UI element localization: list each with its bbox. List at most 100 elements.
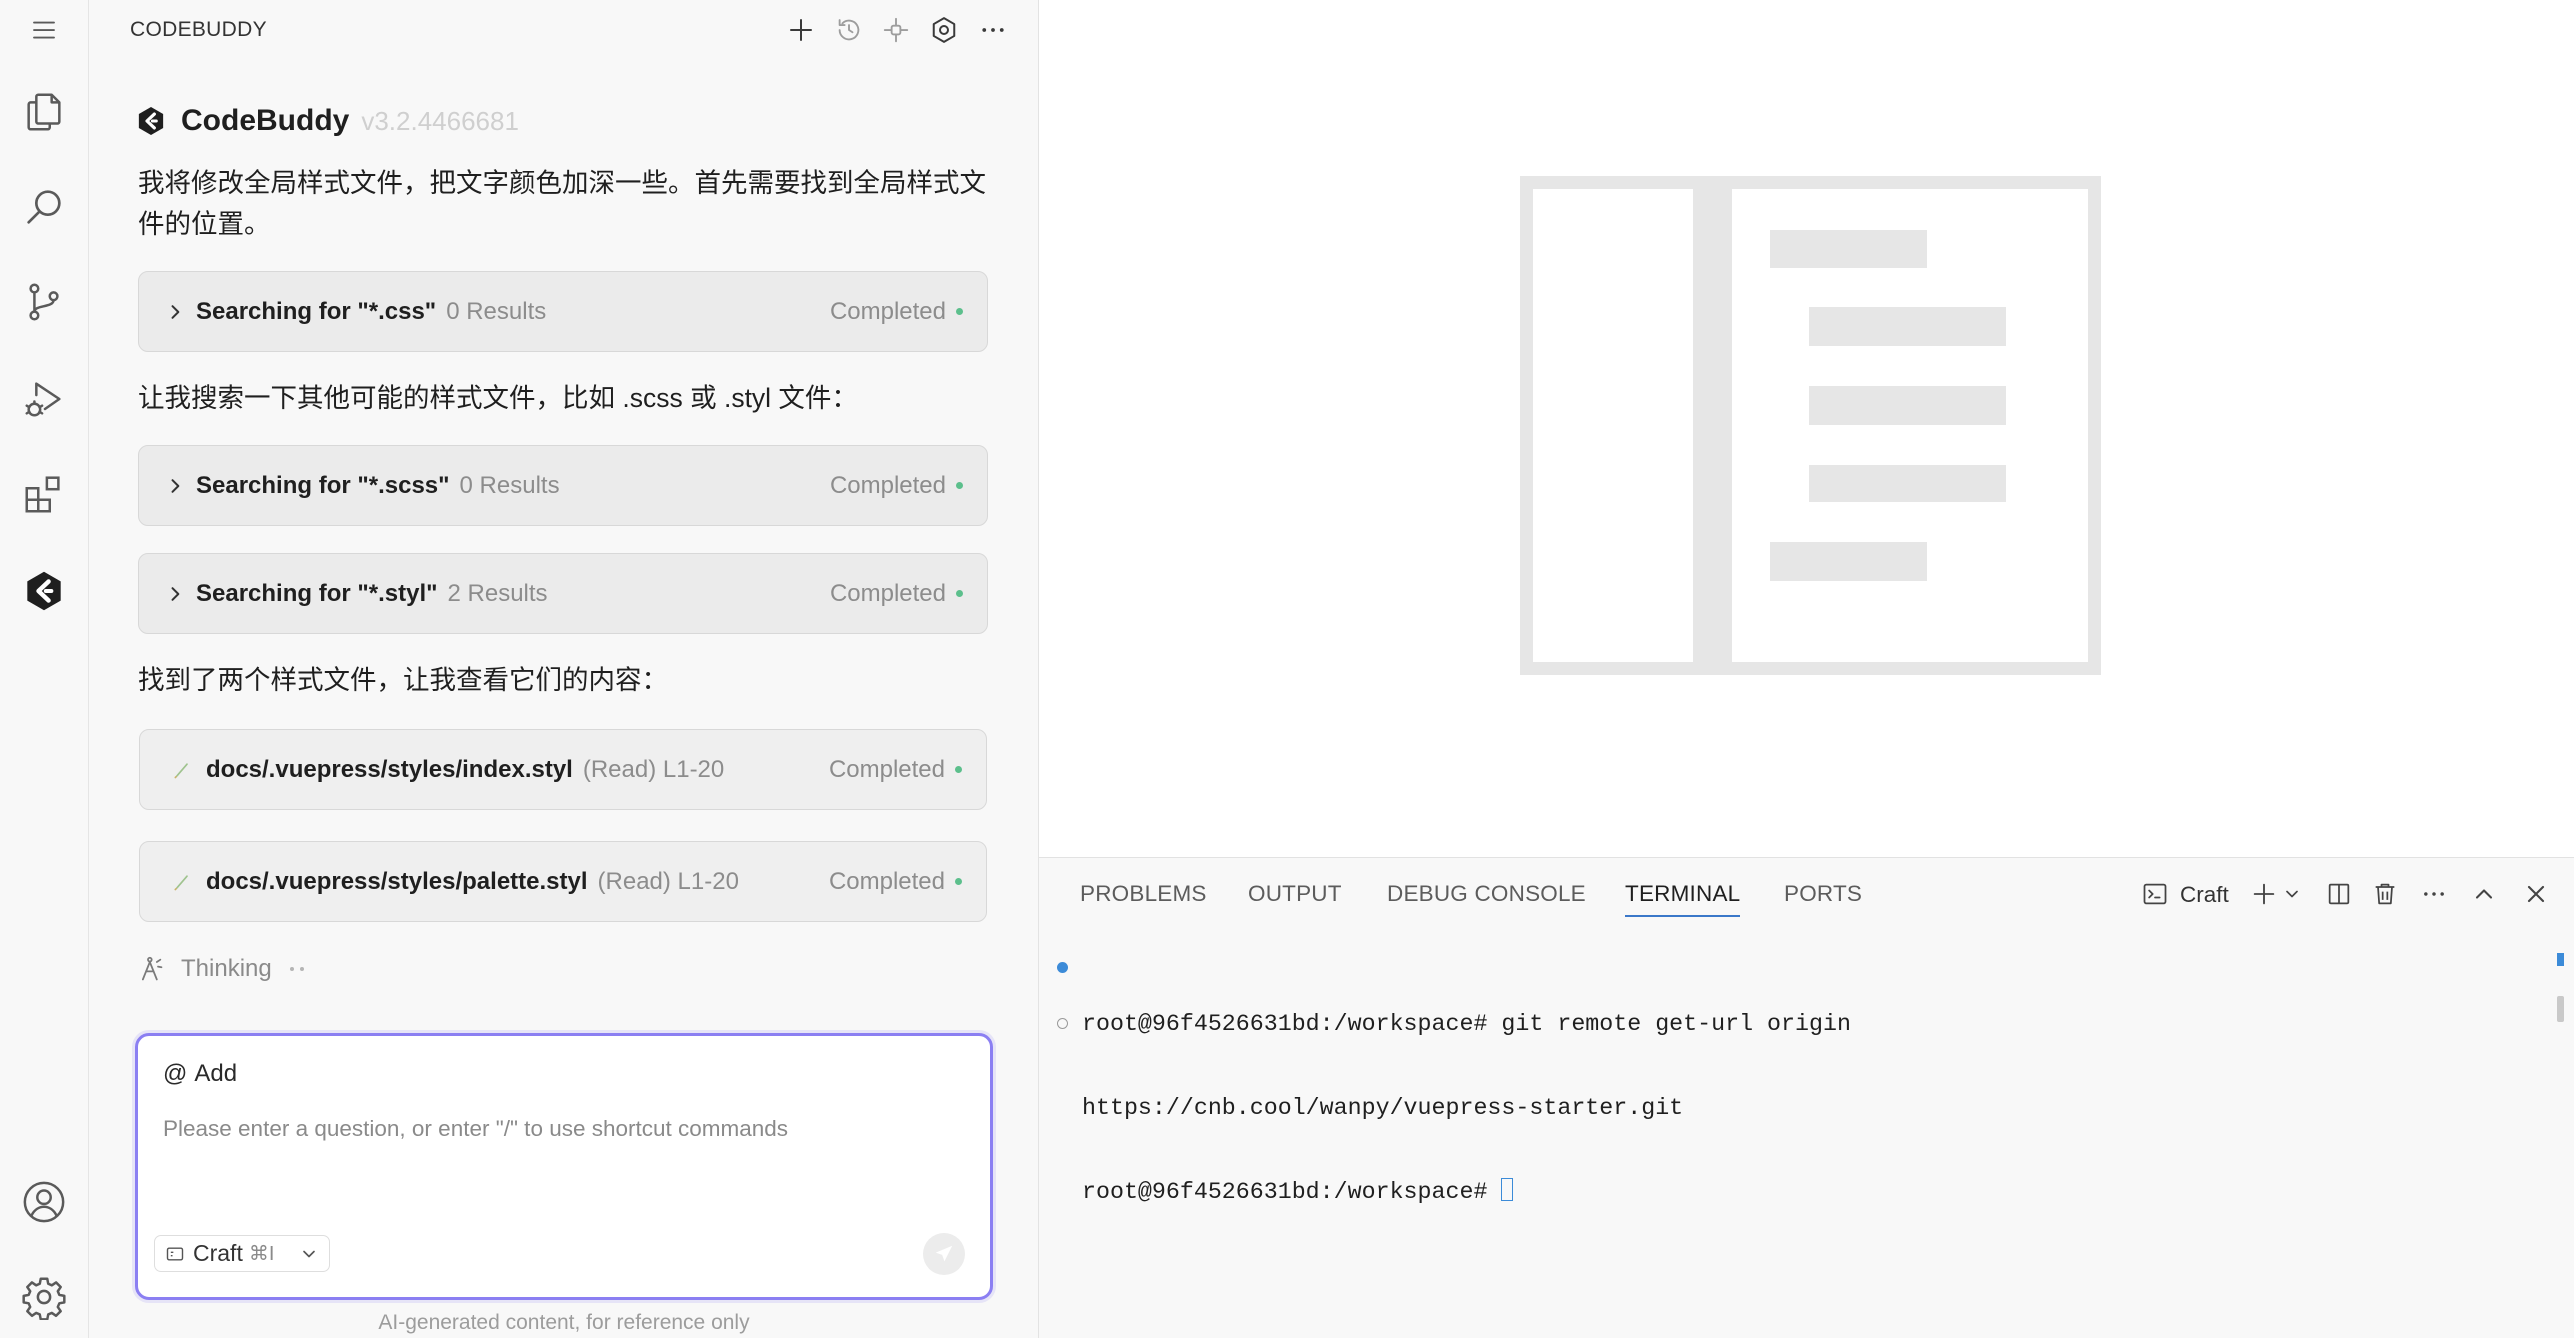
tab-terminal[interactable]: TERMINAL bbox=[1625, 881, 1741, 917]
chat-composer: @ Add Craft ⌘I bbox=[135, 1033, 993, 1300]
tool-call-detail: (Read) L1-20 bbox=[582, 755, 725, 783]
more-actions-button[interactable] bbox=[977, 14, 1009, 46]
tool-call-detail: 2 Results bbox=[447, 579, 548, 607]
watermark-line bbox=[1809, 386, 2006, 425]
app-version: v3.2.4466681 bbox=[361, 105, 519, 136]
command-success-marker[interactable] bbox=[1057, 962, 1068, 973]
codebuddy-sidebar: CODEBUDDY CodeBuddy v3.2.4466681 我将修改全局样… bbox=[89, 0, 1039, 1338]
tool-call-search[interactable]: Searching for "*.scss" 0 Results Complet… bbox=[138, 445, 988, 526]
activity-bar bbox=[0, 0, 89, 1338]
command-pending-marker[interactable] bbox=[1057, 1018, 1068, 1029]
mode-label: Craft bbox=[193, 1240, 243, 1266]
plus-icon bbox=[790, 19, 812, 41]
assistant-message: 我将修改全局样式文件，把文字颜色加深一些。首先需要找到全局样式文件的位置。 bbox=[138, 168, 986, 239]
chevron-down-icon bbox=[303, 1250, 315, 1257]
more-icon bbox=[982, 28, 1004, 32]
new-chat-button[interactable] bbox=[785, 14, 817, 46]
tool-call-search[interactable]: Searching for "*.css" 0 Results Complete… bbox=[138, 271, 988, 352]
scrollbar-marker bbox=[2557, 953, 2564, 966]
at-symbol-icon: @ bbox=[163, 1060, 188, 1087]
send-icon bbox=[935, 1245, 953, 1262]
mcp-icon bbox=[883, 17, 909, 43]
terminal-profile-icon[interactable] bbox=[2140, 879, 2170, 909]
tab-output[interactable]: OUTPUT bbox=[1248, 881, 1342, 917]
terminal-line: root@96f4526631bd:/workspace# git remote… bbox=[1082, 1011, 1851, 1037]
status-dot bbox=[956, 308, 963, 315]
chevron-up-icon bbox=[2475, 889, 2493, 899]
split-icon bbox=[2328, 883, 2350, 905]
watermark-line bbox=[1809, 307, 2006, 346]
search-icon[interactable] bbox=[20, 183, 68, 231]
mcp-button[interactable] bbox=[880, 14, 912, 46]
history-icon bbox=[838, 19, 860, 41]
new-terminal-button[interactable] bbox=[2249, 879, 2279, 909]
tool-call-label: docs/.vuepress/styles/index.styl bbox=[206, 755, 573, 783]
tool-call-read-file[interactable]: docs/.vuepress/styles/index.styl (Read) … bbox=[139, 729, 987, 810]
read-file-icon bbox=[174, 874, 188, 890]
ai-disclaimer: AI-generated content, for reference only bbox=[378, 1311, 750, 1334]
settings-icon[interactable] bbox=[20, 1273, 68, 1321]
tool-call-status: Completed bbox=[829, 579, 946, 607]
read-file-icon bbox=[174, 762, 188, 778]
settings-icon bbox=[932, 17, 956, 43]
brand-row: CodeBuddy v3.2.4466681 bbox=[135, 101, 519, 141]
extensions-icon[interactable] bbox=[20, 470, 68, 518]
trash-icon bbox=[2375, 883, 2395, 905]
tool-call-status: Completed bbox=[828, 867, 945, 895]
add-context-button[interactable]: @ Add bbox=[163, 1060, 237, 1088]
run-debug-icon[interactable] bbox=[20, 375, 68, 423]
terminal-launch-profile-dropdown[interactable] bbox=[2279, 879, 2305, 909]
tool-call-status: Completed bbox=[829, 471, 946, 499]
chevron-right-icon bbox=[171, 478, 180, 493]
tab-ports[interactable]: PORTS bbox=[1784, 881, 1862, 917]
close-panel-button[interactable] bbox=[2521, 879, 2551, 909]
maximize-panel-button[interactable] bbox=[2469, 879, 2499, 909]
tab-problems[interactable]: PROBLEMS bbox=[1080, 881, 1207, 917]
history-button[interactable] bbox=[833, 14, 865, 46]
terminal-scrollbar[interactable] bbox=[2557, 996, 2564, 1022]
tool-call-detail: 0 Results bbox=[446, 297, 547, 325]
tool-call-label: Searching for "*.css" bbox=[196, 297, 437, 325]
source-control-icon[interactable] bbox=[20, 278, 68, 326]
terminal-prompt: root@96f4526631bd:/workspace# bbox=[1082, 1179, 1502, 1205]
terminal-profile-name[interactable]: Craft bbox=[2180, 882, 2229, 908]
explorer-icon[interactable] bbox=[20, 88, 68, 136]
watermark-line bbox=[1770, 230, 1927, 268]
tool-call-status: Completed bbox=[828, 755, 945, 783]
bottom-panel: PROBLEMS OUTPUT DEBUG CONSOLE TERMINAL P… bbox=[1039, 857, 2574, 1338]
terminal-cursor bbox=[1501, 1178, 1514, 1202]
tool-call-detail: (Read) L1-20 bbox=[597, 867, 739, 895]
sidebar-settings-button[interactable] bbox=[928, 14, 960, 46]
tool-call-label: Searching for "*.scss" bbox=[196, 471, 450, 499]
tool-call-read-file[interactable]: docs/.vuepress/styles/palette.styl (Read… bbox=[139, 841, 987, 922]
kill-terminal-button[interactable] bbox=[2370, 879, 2400, 909]
assistant-message: 找到了两个样式文件，让我查看它们的内容： bbox=[138, 665, 668, 695]
status-dot bbox=[956, 590, 963, 597]
tab-debug-console[interactable]: DEBUG CONSOLE bbox=[1387, 881, 1586, 917]
codebuddy-icon[interactable] bbox=[20, 567, 68, 615]
assistant-message: 让我搜索一下其他可能的样式文件，比如 .scss 或 .styl 文件： bbox=[138, 383, 858, 413]
split-terminal-button[interactable] bbox=[2324, 879, 2354, 909]
terminal-output[interactable]: root@96f4526631bd:/workspace# git remote… bbox=[1082, 954, 1851, 1262]
tool-call-search[interactable]: Searching for "*.styl" 2 Results Complet… bbox=[138, 553, 988, 634]
editor-area bbox=[1039, 0, 2574, 857]
mode-dropdown[interactable]: Craft ⌘I bbox=[154, 1235, 330, 1272]
sidebar-title: CODEBUDDY bbox=[130, 18, 267, 41]
status-dot bbox=[956, 482, 963, 489]
status-dot bbox=[955, 766, 962, 773]
tool-call-detail: 0 Results bbox=[459, 471, 560, 499]
chat-input[interactable] bbox=[163, 1116, 943, 1196]
account-icon[interactable] bbox=[20, 1178, 68, 1226]
add-context-label: Add bbox=[194, 1060, 238, 1087]
panel-more-button[interactable] bbox=[2419, 879, 2449, 909]
watermark-line bbox=[1809, 465, 2006, 502]
status-dot bbox=[955, 878, 962, 885]
close-icon bbox=[2527, 885, 2545, 903]
editor-empty-watermark bbox=[1520, 176, 2101, 675]
craft-mode-icon bbox=[166, 1246, 184, 1261]
thinking-indicator: Thinking bbox=[137, 952, 304, 986]
send-button[interactable] bbox=[923, 1233, 965, 1275]
app-name: CodeBuddy bbox=[181, 104, 350, 137]
plus-icon bbox=[2253, 883, 2275, 905]
menu-icon[interactable] bbox=[20, 6, 68, 54]
